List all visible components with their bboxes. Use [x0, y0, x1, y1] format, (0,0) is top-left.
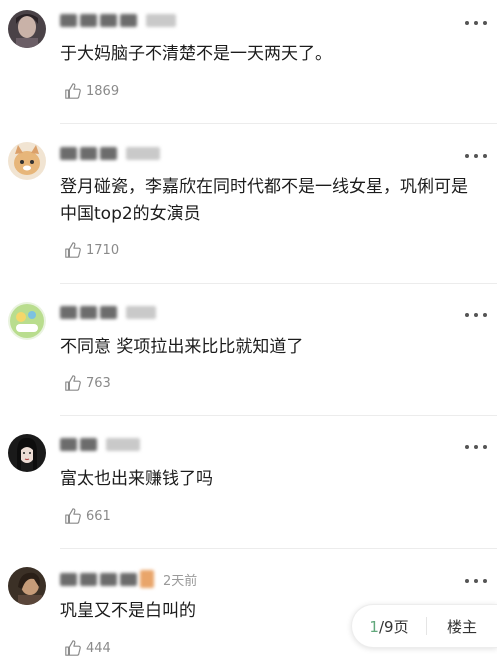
divider — [60, 123, 497, 124]
comment-text: 于大妈脑子不清楚不是一天两天了。 — [60, 44, 332, 64]
username-blurred[interactable] — [60, 305, 156, 319]
username-blurred[interactable] — [60, 146, 160, 160]
divider — [60, 283, 497, 284]
comment-text: 登月碰瓷，李嘉欣在同时代都不是一线女星，巩俐可是中国top2的女演员 — [60, 177, 468, 224]
thumbs-up-icon — [65, 242, 81, 258]
like-button[interactable]: 1710 — [64, 240, 119, 260]
avatar[interactable] — [8, 567, 46, 605]
current-page: 1 — [369, 617, 379, 636]
comment-time: 2天前 — [163, 573, 198, 589]
more-options-icon[interactable] — [465, 16, 487, 30]
thumbs-up-icon — [65, 375, 81, 391]
divider — [60, 548, 497, 549]
like-button[interactable]: 763 — [64, 373, 111, 393]
like-button[interactable]: 661 — [64, 506, 111, 526]
more-options-icon[interactable] — [465, 308, 487, 322]
avatar[interactable] — [8, 142, 46, 180]
like-count: 1710 — [86, 242, 120, 258]
total-pages: /9页 — [378, 617, 409, 636]
more-options-icon[interactable] — [465, 149, 487, 163]
like-button[interactable]: 444 — [64, 638, 111, 658]
avatar[interactable] — [8, 302, 46, 340]
username-blurred[interactable]: 2天前 — [60, 570, 198, 589]
avatar[interactable] — [8, 10, 46, 48]
comment-text: 不同意 奖项拉出来比比就知道了 — [60, 337, 304, 357]
more-options-icon[interactable] — [465, 440, 487, 454]
page-indicator-button[interactable]: 1/9页 — [352, 616, 426, 637]
username-blurred[interactable] — [60, 437, 140, 451]
like-count: 661 — [86, 508, 111, 524]
divider — [60, 415, 497, 416]
like-count: 1869 — [86, 83, 120, 99]
more-options-icon[interactable] — [465, 574, 487, 588]
thumbs-up-icon — [65, 640, 81, 656]
like-count: 763 — [86, 375, 111, 391]
username-blurred[interactable] — [60, 13, 176, 27]
floating-pager: 1/9页 楼主 — [351, 604, 497, 648]
thumbs-up-icon — [65, 83, 81, 99]
avatar[interactable] — [8, 434, 46, 472]
thumbs-up-icon — [65, 508, 81, 524]
like-button[interactable]: 1869 — [64, 81, 119, 101]
like-count: 444 — [86, 640, 111, 656]
comment-text: 富太也出来赚钱了吗 — [60, 469, 213, 489]
only-op-button[interactable]: 楼主 — [427, 616, 497, 637]
